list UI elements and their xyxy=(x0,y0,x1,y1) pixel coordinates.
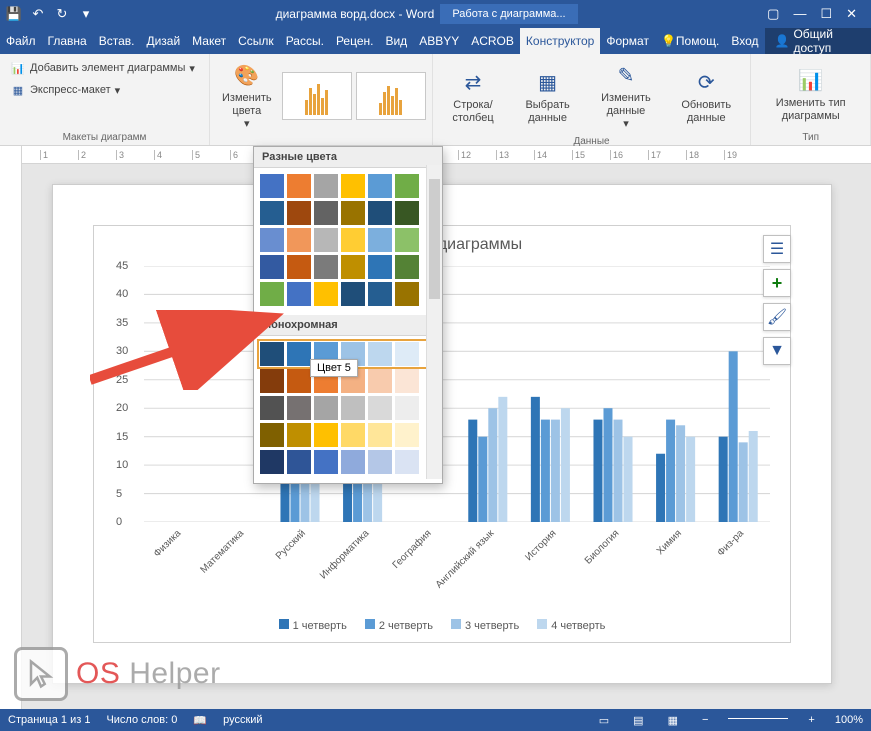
status-bar: Страница 1 из 1 Число слов: 0 📖 русский … xyxy=(0,709,871,731)
change-chart-type-button[interactable]: 📊Изменить тип диаграммы xyxy=(757,63,864,125)
watermark: OS Helper xyxy=(14,647,221,701)
chart-plot-area[interactable]: 051015202530354045 xyxy=(144,266,770,522)
cursor-icon xyxy=(14,647,68,701)
tab-home[interactable]: Главна xyxy=(42,28,93,54)
edit-data-icon: ✎ xyxy=(610,60,642,92)
share-button[interactable]: 👤 Общий доступ xyxy=(765,28,871,54)
tab-mailings[interactable]: Рассы. xyxy=(280,28,330,54)
color-palette-row[interactable] xyxy=(260,228,436,252)
close-icon[interactable]: ✕ xyxy=(846,6,857,22)
tab-abbyy[interactable]: ABBYY xyxy=(413,28,465,54)
status-word-count[interactable]: Число слов: 0 xyxy=(106,714,177,726)
color-palette-row[interactable] xyxy=(260,201,436,225)
chart-tools-label: Работа с диаграмма... xyxy=(440,4,577,24)
ribbon: 📊Добавить элемент диаграммы ▾ ▦Экспресс-… xyxy=(0,54,871,146)
ribbon-options-icon[interactable]: ▢ xyxy=(767,6,779,22)
select-data-button[interactable]: ▦Выбрать данные xyxy=(511,65,583,127)
tab-review[interactable]: Рецен. xyxy=(330,28,380,54)
view-print-icon[interactable]: ▤ xyxy=(629,714,647,727)
status-proofing-icon[interactable]: 📖 xyxy=(193,714,207,727)
chart-layout-options-icon[interactable]: ☰ xyxy=(763,235,791,263)
zoom-out-icon[interactable]: − xyxy=(698,714,712,726)
tab-chart-format[interactable]: Формат xyxy=(600,28,655,54)
add-element-icon: 📊 xyxy=(10,60,26,76)
color-palette-row[interactable] xyxy=(260,423,436,447)
chart-type-icon: 📊 xyxy=(795,65,827,97)
chart-styles-icon[interactable]: 🖌 xyxy=(763,303,791,331)
maximize-icon[interactable]: ☐ xyxy=(820,6,832,22)
color-palette-row[interactable] xyxy=(260,282,436,306)
add-chart-element-button[interactable]: 📊Добавить элемент диаграммы ▾ xyxy=(6,58,199,78)
qat-more-icon[interactable]: ▾ xyxy=(78,6,94,22)
tab-insert[interactable]: Встав. xyxy=(93,28,141,54)
view-read-icon[interactable]: ▭ xyxy=(595,714,613,727)
view-web-icon[interactable]: ▦ xyxy=(664,714,682,727)
tab-design[interactable]: Дизай xyxy=(140,28,186,54)
palette-icon: 🎨 xyxy=(231,60,263,92)
tell-me[interactable]: 💡 Помощ. xyxy=(655,28,725,54)
dropdown-scrollbar[interactable] xyxy=(426,165,442,479)
sign-in[interactable]: Вход xyxy=(725,28,764,54)
document-name: диаграмма ворд.docx - Word xyxy=(276,7,435,21)
change-colors-button[interactable]: 🎨 Изменить цвета ▾ xyxy=(216,58,278,134)
group-layouts: Макеты диаграмм xyxy=(6,130,203,143)
save-icon[interactable]: 💾 xyxy=(6,6,22,22)
chart-elements-icon[interactable]: + xyxy=(763,269,791,297)
edit-data-button[interactable]: ✎Изменить данные ▾ xyxy=(588,58,664,134)
tab-view[interactable]: Вид xyxy=(379,28,413,54)
palette-section-colorful: Разные цвета xyxy=(254,147,442,168)
chart-legend[interactable]: 1 четверть2 четверть3 четверть4 четверть xyxy=(94,619,790,632)
color-palette-row[interactable] xyxy=(260,450,436,474)
zoom-in-icon[interactable]: + xyxy=(804,714,818,726)
undo-icon[interactable]: ↶ xyxy=(30,6,46,22)
refresh-icon: ⟳ xyxy=(690,67,722,99)
group-data: Данные xyxy=(439,134,745,147)
color-palette-row[interactable] xyxy=(260,396,436,420)
tab-chart-design[interactable]: Конструктор xyxy=(520,28,600,54)
style-thumb[interactable] xyxy=(282,72,352,120)
title-bar: 💾 ↶ ↻ ▾ диаграмма ворд.docx - Word Работ… xyxy=(0,0,871,28)
select-data-icon: ▦ xyxy=(532,67,564,99)
tab-file[interactable]: Файл xyxy=(0,28,42,54)
color-palette-row[interactable] xyxy=(260,174,436,198)
color-palette-row[interactable] xyxy=(260,255,436,279)
window-controls: ▢ — ☐ ✕ xyxy=(753,6,871,22)
palette-section-monochrome: Монохромная xyxy=(254,315,442,336)
quick-layout-icon: ▦ xyxy=(10,82,26,98)
status-page[interactable]: Страница 1 из 1 xyxy=(8,714,90,726)
window-title: диаграмма ворд.docx - Word Работа с диаг… xyxy=(100,4,753,24)
color-tooltip: Цвет 5 xyxy=(310,359,358,377)
refresh-data-button[interactable]: ⟳Обновить данные xyxy=(668,65,744,127)
vertical-ruler[interactable] xyxy=(0,146,22,709)
minimize-icon[interactable]: — xyxy=(793,6,806,22)
chart-side-buttons: ☰ + 🖌 ▼ xyxy=(763,235,791,365)
tab-references[interactable]: Ссылк xyxy=(232,28,280,54)
group-type: Тип xyxy=(757,130,864,143)
quick-access-toolbar: 💾 ↶ ↻ ▾ xyxy=(0,6,100,22)
status-language[interactable]: русский xyxy=(223,714,262,726)
tab-layout[interactable]: Макет xyxy=(186,28,232,54)
style-thumb[interactable] xyxy=(356,72,426,120)
document-area: Название диаграммы 051015202530354045 Фи… xyxy=(22,164,871,709)
switch-icon: ⇄ xyxy=(457,67,489,99)
chart-filters-icon[interactable]: ▼ xyxy=(763,337,791,365)
tab-acrobat[interactable]: ACROB xyxy=(465,28,520,54)
chart-styles-gallery[interactable] xyxy=(282,72,426,120)
switch-row-column-button[interactable]: ⇄Строка/столбец xyxy=(439,65,508,127)
redo-icon[interactable]: ↻ xyxy=(54,6,70,22)
zoom-level[interactable]: 100% xyxy=(835,714,863,726)
quick-layout-button[interactable]: ▦Экспресс-макет ▾ xyxy=(6,80,124,100)
chart-x-labels: ФизикаМатематикаРусскийИнформатикаГеогра… xyxy=(144,528,770,598)
ribbon-tabs: Файл Главна Встав. Дизай Макет Ссылк Рас… xyxy=(0,28,871,54)
zoom-slider[interactable] xyxy=(728,718,788,719)
change-colors-dropdown[interactable]: Разные цвета Монохромная Цвет 5 xyxy=(253,146,443,484)
